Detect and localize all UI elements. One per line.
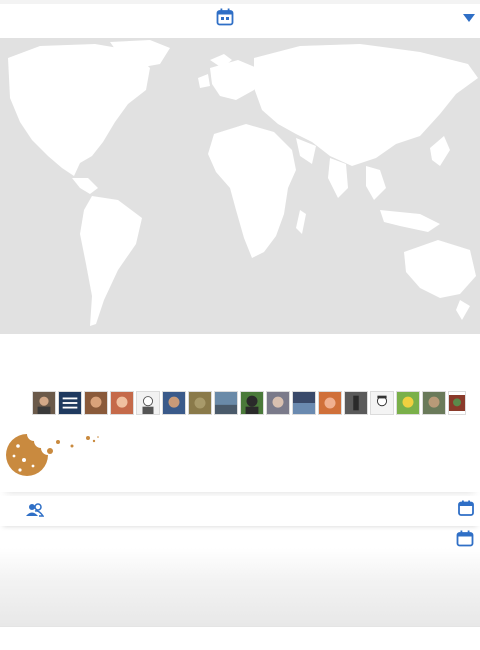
avatar[interactable]: [214, 391, 238, 415]
people-icon[interactable]: [26, 502, 44, 518]
calendar-icon[interactable]: [456, 530, 474, 547]
avatar-strip: [32, 391, 466, 415]
calendar-icon[interactable]: [216, 8, 234, 26]
avatar[interactable]: [162, 391, 186, 415]
avatar[interactable]: [58, 391, 82, 415]
avatar[interactable]: [318, 391, 342, 415]
world-map: [0, 38, 480, 334]
page: [0, 0, 480, 650]
footer-divider: [0, 626, 480, 627]
avatar[interactable]: [240, 391, 264, 415]
cookie-banner: [0, 430, 480, 492]
avatar[interactable]: [344, 391, 368, 415]
avatar[interactable]: [396, 391, 420, 415]
avatar[interactable]: [266, 391, 290, 415]
avatar[interactable]: [188, 391, 212, 415]
caret-down-icon[interactable]: [463, 13, 475, 23]
avatar[interactable]: [84, 391, 108, 415]
people-row: [0, 496, 480, 526]
avatar[interactable]: [110, 391, 134, 415]
avatar[interactable]: [32, 391, 56, 415]
avatar[interactable]: [370, 391, 394, 415]
avatar[interactable]: [292, 391, 316, 415]
avatar[interactable]: [422, 391, 446, 415]
calendar-icon[interactable]: [458, 500, 474, 516]
top-bar: [0, 0, 480, 30]
footer-band: [0, 548, 480, 626]
avatar[interactable]: [448, 391, 466, 415]
avatar[interactable]: [136, 391, 160, 415]
cookie-icon: [6, 434, 99, 476]
world-map-graphic: [0, 38, 480, 334]
